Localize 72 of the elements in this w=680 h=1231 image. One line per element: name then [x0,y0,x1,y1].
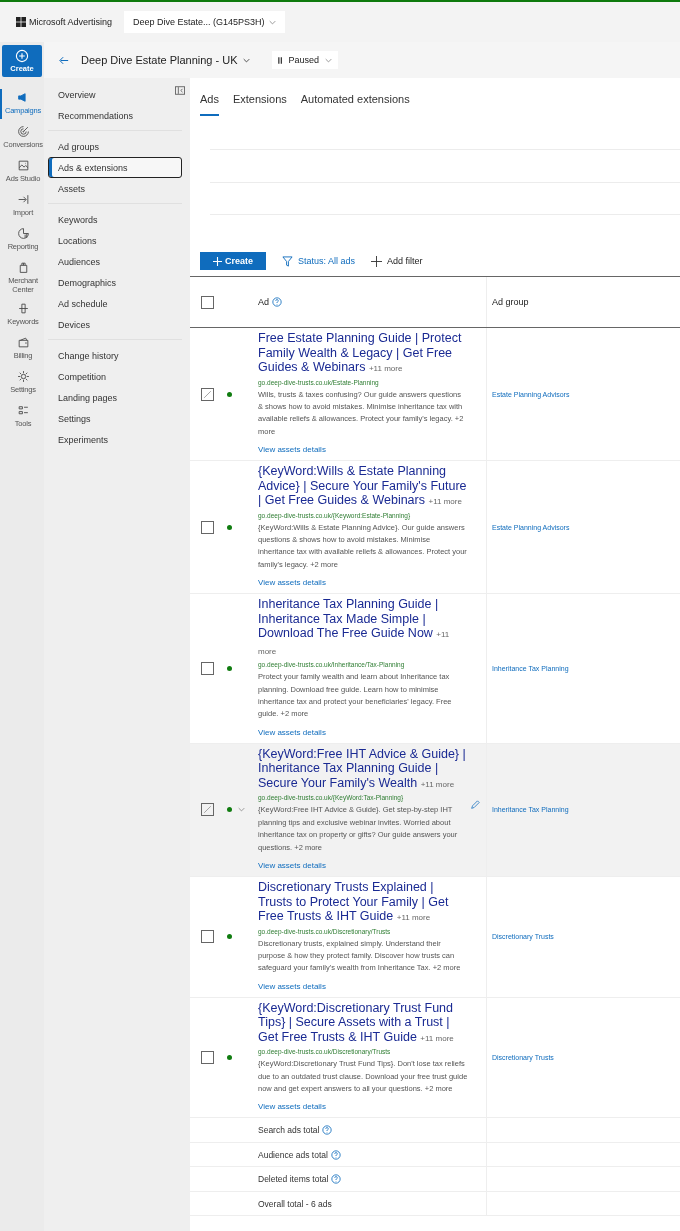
nav-item[interactable]: Landing pages [48,387,182,408]
help-icon[interactable] [322,1125,333,1136]
ad-headline[interactable]: {KeyWord:Wills & Estate Planning Advice} | Secure Your Family's Future | Get Free Guides & Webinars +11 more [258,464,468,510]
brand-name: Microsoft Advertising [29,17,113,27]
column-header[interactable]: Ad [258,297,269,307]
create-button[interactable]: Create [200,252,266,270]
view-assets-link[interactable]: View assets details [258,980,326,993]
chevron-icon [325,57,333,63]
nav-item[interactable]: Ads & extensions [48,157,182,178]
row-checkbox[interactable] [200,520,214,534]
tab[interactable]: Automated extensions [300,88,410,116]
ad-headline[interactable]: Free Estate Planning Guide | Protect Family Wealth & Legacy | Get Free Guides & Webinars +11 more [258,331,468,377]
rail-icon [16,193,30,206]
rail-icon [16,336,30,349]
account-dropdown[interactable]: Deep Dive Estate... (G145PS3H) [124,11,285,33]
select-all-checkbox[interactable] [200,295,214,309]
chevron-icon [242,57,250,63]
add-filter-button[interactable]: Add filter [371,255,423,267]
rail-icon [16,125,30,138]
rail-icon [16,370,30,383]
collapse-panel-icon[interactable] [175,86,185,95]
ad-headline[interactable]: {KeyWord:Discretionary Trust Fund Tips} | Secure Assets with a Trust | Get Free Trusts & IHT Guide +11 more [258,1000,468,1047]
help-icon[interactable] [331,1174,342,1185]
rail-icon [16,159,30,172]
total-label: Deleted items total [258,1174,329,1185]
nav-item[interactable]: Experiments [48,429,182,450]
nav-item[interactable]: Keywords [48,209,182,230]
nav-item[interactable]: Overview [48,84,182,105]
column-header[interactable]: Ad group [492,297,529,307]
chevron-icon [268,19,276,25]
rail-icon [16,302,30,315]
view-assets-link[interactable]: View assets details [258,577,326,590]
nav-item[interactable]: Audiences [48,251,182,272]
plus-circle-icon [15,49,29,63]
nav-item[interactable]: Demographics [48,272,182,293]
view-assets-link[interactable]: View assets details [258,1101,326,1114]
view-assets-link[interactable]: View assets details [258,444,326,457]
ad-headline[interactable]: Inheritance Tax Planning Guide | Inheritance Tax Made Simple | Download The Free Guide Now +11 more [258,597,468,660]
nav-item[interactable]: Change history [48,345,182,366]
view-assets-link[interactable]: View assets details [258,860,326,872]
nav-item[interactable]: Devices [48,314,182,335]
help-icon[interactable] [272,297,282,307]
ad-headline[interactable]: {KeyWord:Free IHT Advice & Guide} | Inheritance Tax Planning Guide | Secure Your Family's Wealth +11 more [258,746,468,793]
nav-item[interactable]: Locations [48,230,182,251]
back-arrow-icon[interactable] [59,55,69,65]
nav-item[interactable]: Settings [48,408,182,429]
campaign-dropdown[interactable]: Deep Dive Estate Planning - UK [81,54,250,66]
plus-icon [213,256,222,266]
tab[interactable]: Ads [200,88,219,116]
help-icon[interactable] [330,1149,341,1160]
nav-item[interactable]: Ad schedule [48,293,182,314]
rail-icon [16,227,30,240]
ad-headline[interactable]: Discretionary Trusts Explained | Trusts to Protect Your Family | Get Free Trusts & IHT Guide +11 more [258,880,468,926]
filter-icon [282,255,293,267]
logo-icon [16,17,26,27]
nav-item[interactable]: Assets [48,178,182,199]
pause-icon [277,56,283,64]
total-label: Overall total - 6 ads [258,1198,332,1209]
tab[interactable]: Extensions [232,88,287,116]
rail-icon [16,404,30,417]
status-filter[interactable]: Status: All ads [282,255,356,267]
view-assets-link[interactable]: View assets details [258,726,326,739]
nav-item[interactable]: Recommendations [48,105,182,126]
row-checkbox[interactable] [200,1051,214,1065]
plus-icon [371,255,383,267]
row-checkbox[interactable] [200,662,214,676]
status-dropdown[interactable]: Paused [271,51,339,69]
total-label: Audience ads total [258,1149,328,1160]
total-label: Search ads total [258,1125,320,1136]
nav-item[interactable]: Ad groups [48,136,182,157]
nav-item[interactable]: Competition [48,366,182,387]
row-checkbox[interactable] [200,930,214,944]
